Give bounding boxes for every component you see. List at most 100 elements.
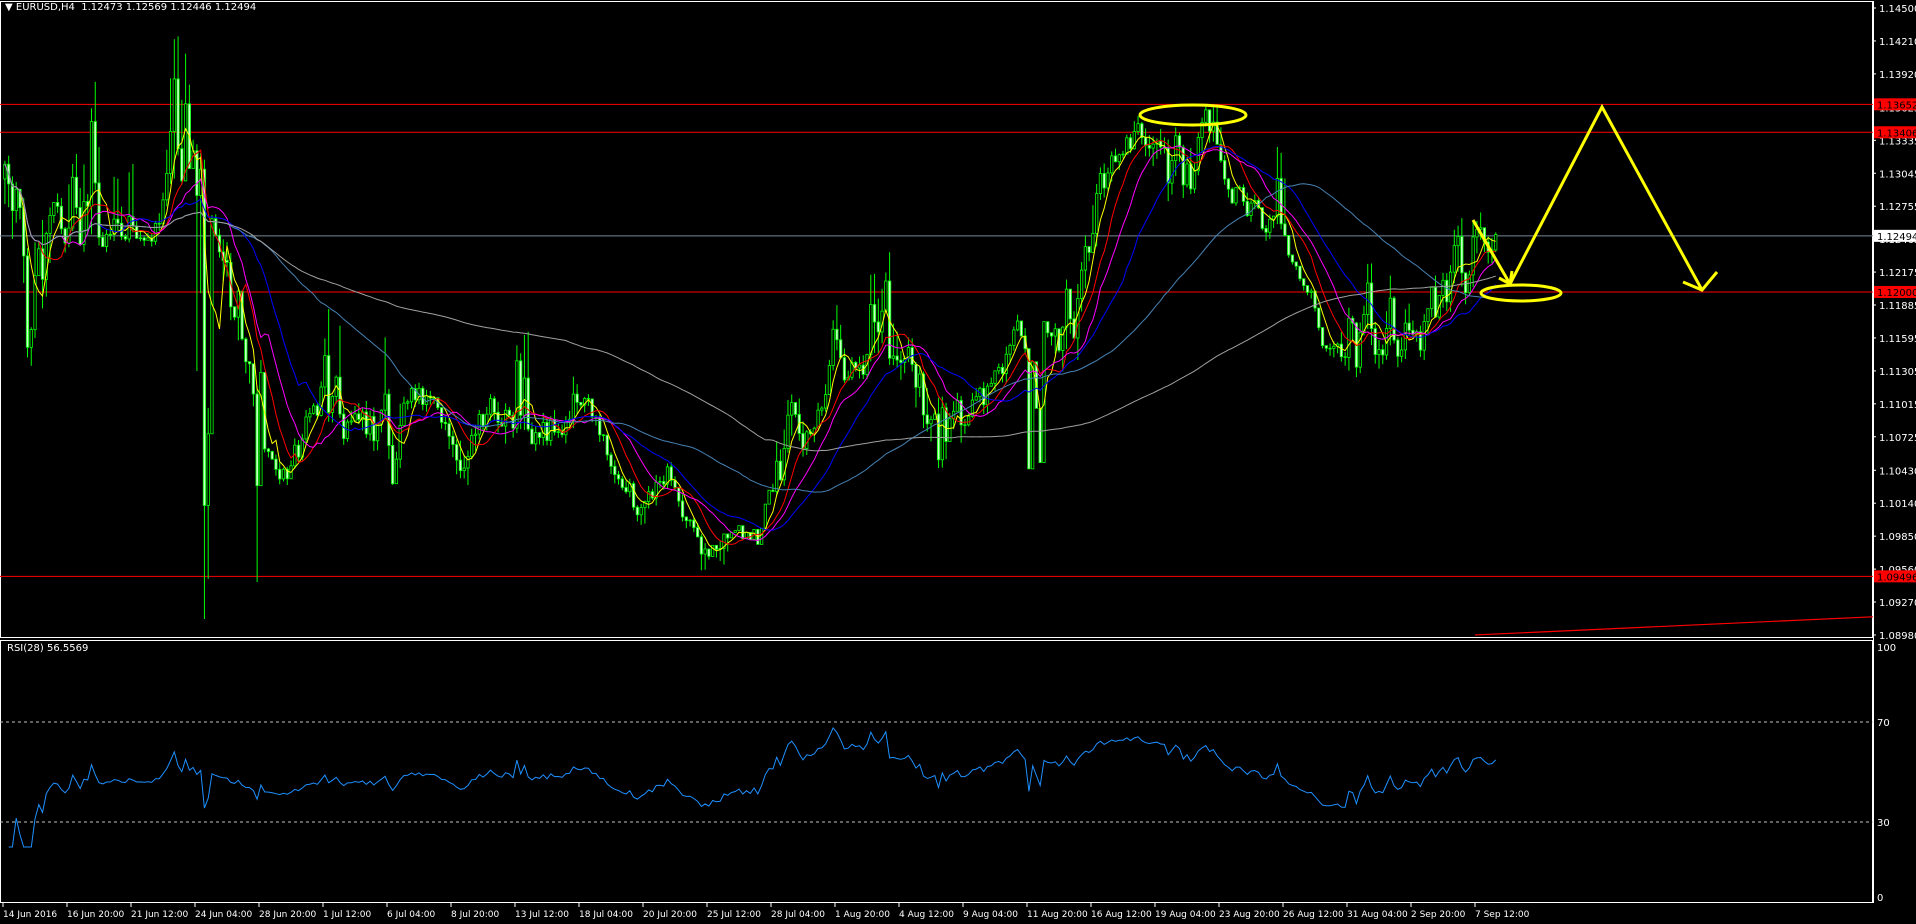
candle-body (48, 215, 52, 234)
candle-body (1098, 173, 1103, 195)
candle-body (270, 451, 274, 460)
candle-body (1223, 160, 1227, 180)
candle-body (707, 548, 711, 557)
x-tick-label: 25 Jul 12:00 (707, 910, 761, 920)
annotation-zigzag-projection[interactable] (1508, 103, 1704, 291)
candle-body (232, 306, 237, 318)
candle-body (1053, 328, 1057, 337)
trendline[interactable] (1474, 616, 1874, 636)
x-tick-label: 24 Jun 04:00 (195, 910, 252, 920)
candle-body (1381, 349, 1385, 356)
candle-body (1117, 154, 1121, 163)
y-tick-label: 1.12755 (1879, 202, 1916, 213)
candle-body (440, 407, 444, 423)
candle-body (1302, 278, 1306, 286)
candle-body (308, 412, 312, 418)
candle-body (1388, 297, 1392, 329)
candle-body (458, 459, 463, 472)
candle-body (545, 421, 549, 441)
candle-body (1083, 246, 1087, 271)
y-tick-label: 1.09850 (1879, 532, 1916, 543)
candle-body (1170, 160, 1174, 184)
candle-body (714, 544, 719, 550)
candle-body (891, 355, 895, 359)
candle-body (402, 402, 406, 426)
candle-body (688, 519, 692, 522)
candle-body (507, 409, 511, 416)
candle-body (1091, 233, 1095, 253)
candle-body (571, 393, 575, 420)
candle-body (1430, 286, 1434, 310)
candle-body (993, 370, 997, 384)
candle-body (737, 525, 741, 531)
candle-body (1076, 298, 1080, 339)
annotation-arrow-down-short[interactable] (1471, 219, 1512, 285)
candle-body (662, 481, 666, 485)
candle-body (108, 233, 112, 236)
candle-body (997, 366, 1001, 372)
candle-body (447, 423, 451, 437)
candle-body (1204, 109, 1208, 123)
candle-body (1279, 178, 1283, 225)
candle-body (146, 237, 150, 241)
candle-body (214, 218, 218, 236)
candle-body (1403, 322, 1407, 351)
candle-body (1125, 137, 1129, 155)
candle-body (1377, 349, 1381, 355)
price-line-label: 1.09496 (1877, 572, 1916, 583)
candle-body (726, 533, 730, 539)
candle-body (605, 434, 609, 456)
candle-body (176, 78, 180, 150)
x-tick-label: 1 Aug 20:00 (835, 910, 890, 920)
candle-body (831, 328, 835, 366)
candle-body (1343, 356, 1347, 358)
candle-body (940, 407, 944, 461)
moving-average-line (4, 164, 1496, 452)
candle-body (172, 78, 176, 132)
x-tick-label: 19 Aug 04:00 (1155, 910, 1216, 920)
x-tick-label: 8 Jul 20:00 (451, 910, 500, 920)
candle-body (206, 433, 210, 506)
y-tick-label: 1.10140 (1879, 499, 1916, 510)
candle-body (771, 489, 775, 492)
candle-body (1373, 328, 1377, 355)
candle-body (1087, 246, 1091, 253)
candle-body (180, 148, 184, 182)
x-tick-label: 11 Aug 20:00 (1027, 910, 1088, 920)
candle-body (616, 474, 621, 480)
candle-body (1095, 193, 1099, 234)
candle-body (488, 398, 493, 415)
candle-body (1366, 282, 1370, 315)
candle-body (349, 420, 353, 423)
y-tick-label: 1.11305 (1879, 367, 1916, 378)
annotation-ellipse-top[interactable] (1138, 103, 1248, 127)
candle-body (1147, 145, 1151, 149)
annotations (1138, 103, 1719, 303)
candle-body (876, 321, 880, 333)
candle-body (824, 394, 828, 409)
x-tick-label: 28 Jun 20:00 (259, 910, 316, 920)
candle-body (677, 487, 681, 502)
candle-body (409, 388, 414, 403)
candle-body (884, 280, 888, 312)
candle-body (357, 413, 361, 420)
candle-body (244, 338, 248, 363)
candle-body (481, 414, 485, 427)
axes: 1.145001.142101.139201.136251.133351.130… (2, 1, 1916, 920)
candle-body (522, 377, 527, 416)
x-tick-label: 31 Aug 04:00 (1347, 910, 1408, 920)
candle-body (1426, 308, 1430, 322)
rsi-tick-label: 70 (1877, 718, 1890, 729)
candle-body (1339, 343, 1343, 358)
x-tick-label: 1 Jul 12:00 (323, 910, 372, 920)
candle-body (376, 423, 380, 442)
price-chart[interactable]: 1.145001.142101.139201.136251.133351.130… (0, 0, 1916, 924)
price-line-label: 1.13652 (1877, 100, 1916, 111)
candle-body (1049, 332, 1054, 337)
candle-body (778, 460, 783, 481)
candle-body (775, 460, 779, 492)
candle-body (225, 259, 229, 263)
candle-body (1185, 163, 1189, 186)
annotation-ellipse-support[interactable] (1479, 283, 1563, 303)
candle-body (786, 414, 790, 449)
